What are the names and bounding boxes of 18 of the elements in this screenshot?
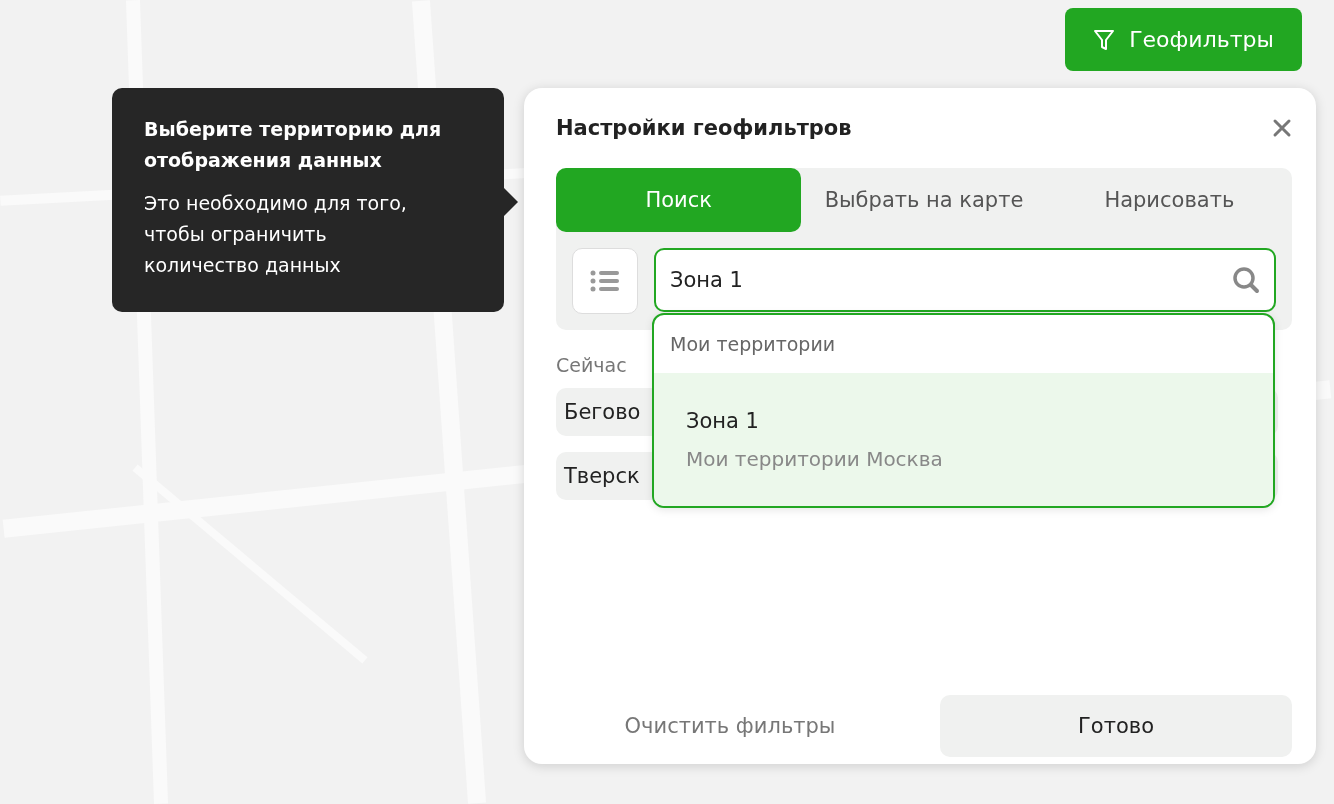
current-label: Сейчас xyxy=(556,354,627,376)
tooltip-title: Выберите территорию для отображения данных xyxy=(144,117,443,173)
suggestion-subtitle: Мои территории Москва xyxy=(686,446,944,471)
panel-title: Настройки геофильтров xyxy=(556,116,852,140)
suggestion-title: Зона 1 xyxy=(686,408,760,433)
tooltip-text: Это необходимо для того, чтобы ограничить количество данных xyxy=(144,191,408,278)
dropdown-header: Мои территории xyxy=(669,332,837,357)
list-icon xyxy=(590,270,620,292)
tab[interactable]: Выбрать на карте xyxy=(801,168,1047,232)
close-icon[interactable] xyxy=(1272,118,1292,138)
tab[interactable]: Нарисовать xyxy=(1046,168,1292,232)
suggestion-item[interactable]: Зона 1 Мои территории Москва xyxy=(654,373,1273,506)
clear-filters-button[interactable]: Очистить фильтры xyxy=(556,695,904,757)
filter-icon xyxy=(1093,27,1116,52)
list-button[interactable] xyxy=(572,248,638,314)
search-icon[interactable] xyxy=(1232,266,1260,294)
done-button[interactable]: Готово xyxy=(940,695,1292,757)
search-field[interactable]: Зона 1 xyxy=(654,248,1276,312)
